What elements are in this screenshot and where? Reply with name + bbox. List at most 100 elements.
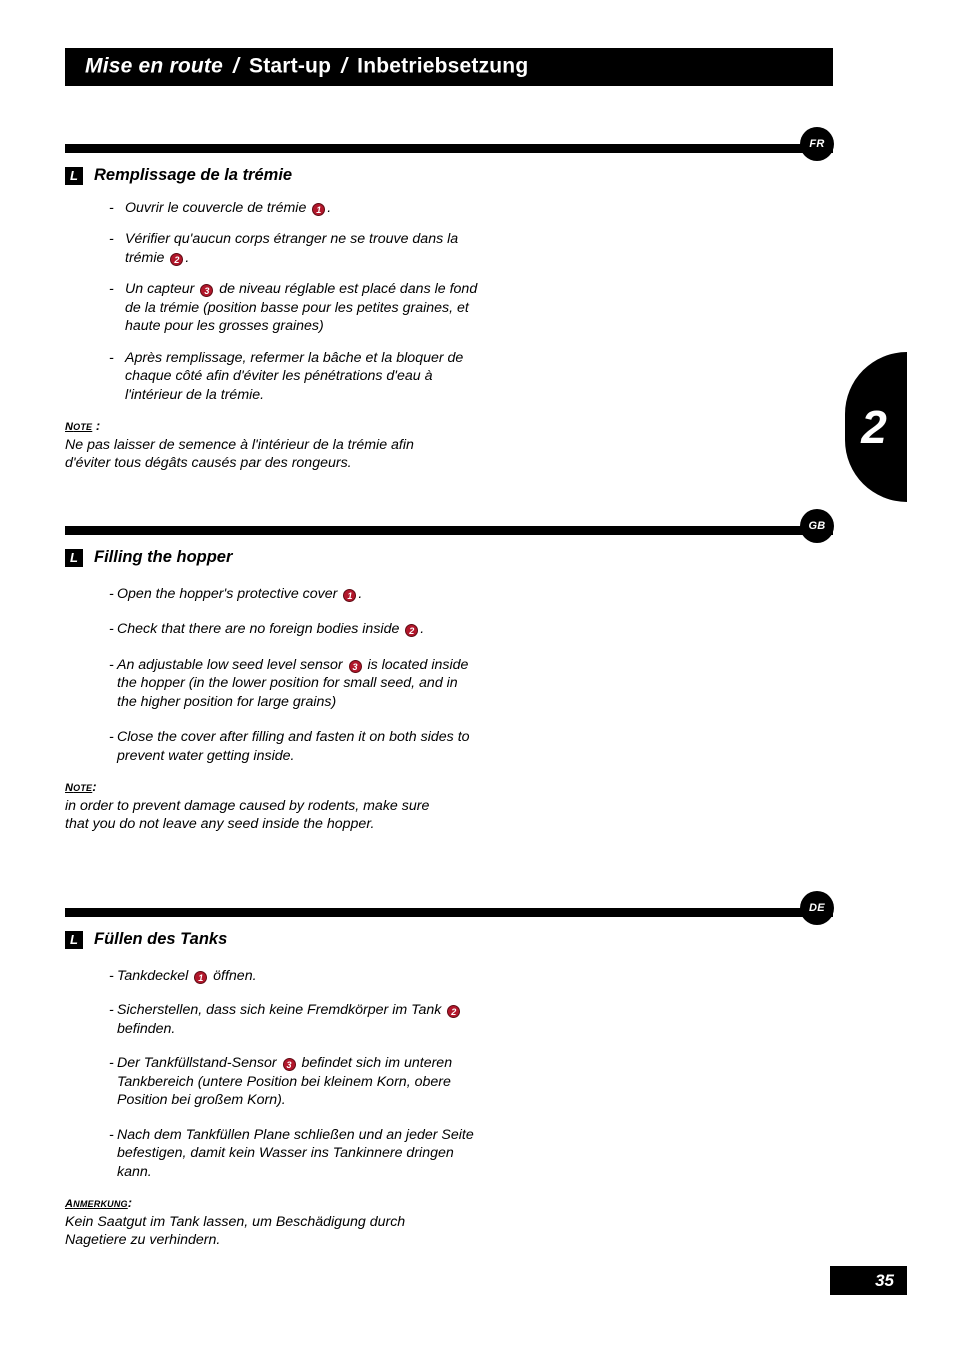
note-text: Ne pas laisser de semence à l'intérieur … (65, 437, 414, 472)
bullet-text: Nach dem Tankfüllen Plane schließen und … (117, 1126, 474, 1180)
callout-number-2: 2 (405, 624, 419, 638)
language-badge-gb: GB (800, 509, 834, 543)
bullet-text-post: befinden. (117, 1020, 176, 1037)
section-marker-icon: L (65, 166, 83, 185)
page-title-en: Start-up (249, 54, 332, 78)
section-heading-fr: L Remplissage de la trémie (65, 166, 855, 185)
bullet-dash: - (109, 621, 114, 638)
bullet-dash: - (109, 968, 114, 984)
bullet-text-post: . (185, 249, 190, 266)
bullet-list-gb: - Open the hopper's protective cover 1. … (65, 585, 855, 765)
bullet-text-pre: Ouvrir le couvercle de trémie (125, 200, 311, 216)
language-badge-fr: FR (800, 127, 834, 161)
bullet-text: Ouvrir le couvercle de trémie 1. (125, 199, 485, 217)
section-heading-de: L Füllen des Tanks (65, 930, 855, 949)
bullet-dash: - (109, 1002, 114, 1019)
page-title-separator-2: / (341, 54, 348, 78)
note-label: Note (65, 417, 93, 435)
bullet-text: Sicherstellen, dass sich keine Fremdkörp… (117, 1001, 477, 1038)
section-rule: FR (65, 127, 834, 161)
section-rule: GB (65, 509, 834, 543)
page-title-fr: Mise en route (85, 54, 223, 78)
section-title-gb: Filling the hopper (94, 548, 233, 566)
note-suffix: : (127, 1195, 133, 1211)
callout-number-1: 1 (312, 203, 326, 216)
language-section-fr: FR L Remplissage de la trémie - Ouvrir l… (65, 127, 855, 472)
bullet-list-de: - Tankdeckel 1 öffnen. - Sicherstellen, … (65, 967, 855, 1181)
bullet-dash: - (109, 281, 114, 298)
bullet-text: Check that there are no foreign bodies i… (117, 620, 477, 638)
bullet-dash: - (109, 586, 114, 602)
note-block-de: Anmerkung: Kein Saatgut im Tank lassen, … (65, 1194, 435, 1249)
language-badge-de: DE (800, 891, 834, 925)
note-block-fr: Note : Ne pas laisser de semence à l'int… (65, 417, 435, 472)
list-item: - Open the hopper's protective cover 1. (65, 585, 477, 603)
language-section-de: DE L Füllen des Tanks - Tankdeckel 1 öff… (65, 891, 855, 1249)
note-text: in order to prevent damage caused by rod… (65, 798, 430, 833)
bullet-dash: - (109, 349, 114, 366)
page-title-separator-1: / (232, 54, 240, 78)
bullet-dash: - (109, 729, 114, 746)
bullet-text: Vérifier qu'aucun corps étranger ne se t… (125, 230, 485, 267)
bullet-text: Un capteur 3 de niveau réglable est plac… (125, 280, 485, 335)
bullet-text: An adjustable low seed level sensor 3 is… (117, 656, 477, 711)
list-item: - Der Tankfüllstand-Sensor 3 befindet si… (65, 1054, 477, 1109)
note-suffix: : (92, 418, 101, 434)
list-item: - Sicherstellen, dass sich keine Fremdkö… (65, 1001, 477, 1038)
note-block-gb: Note: in order to prevent damage caused … (65, 778, 435, 833)
section-title-fr: Remplissage de la trémie (94, 166, 293, 184)
bullet-list-fr: - Ouvrir le couvercle de trémie 1. - Vér… (65, 199, 855, 404)
list-item: - Tankdeckel 1 öffnen. (65, 967, 477, 985)
callout-number-2: 2 (447, 1005, 461, 1019)
list-item: - Un capteur 3 de niveau réglable est pl… (65, 280, 485, 335)
section-marker-icon: L (65, 548, 83, 567)
list-item: - Check that there are no foreign bodies… (65, 620, 477, 638)
callout-number-3: 3 (282, 1058, 296, 1072)
callout-number-1: 1 (194, 971, 208, 984)
bullet-text: Open the hopper's protective cover 1. (117, 585, 477, 603)
bullet-text-pre: Un capteur (125, 281, 199, 298)
section-heading-gb: L Filling the hopper (65, 548, 855, 567)
bullet-dash: - (109, 231, 114, 248)
list-item: - Close the cover after filling and fast… (65, 728, 477, 765)
list-item: - An adjustable low seed level sensor 3 … (65, 656, 477, 711)
list-item: - Vérifier qu'aucun corps étranger ne se… (65, 230, 485, 267)
page-number: 35 (875, 1270, 894, 1290)
bullet-dash: - (109, 1126, 114, 1143)
section-rule: DE (65, 891, 834, 925)
section-title-de: Füllen des Tanks (94, 930, 228, 948)
list-item: - Après remplissage, refermer la bâche e… (65, 349, 485, 404)
section-marker-icon: L (65, 930, 83, 949)
note-label: Note (65, 778, 93, 796)
list-item: - Nach dem Tankfüllen Plane schließen un… (65, 1126, 477, 1181)
bullet-text-pre: Der Tankfüllstand-Sensor (117, 1055, 281, 1072)
note-suffix: : (92, 779, 97, 795)
bullet-text: Après remplissage, refermer la bâche et … (125, 349, 464, 403)
callout-number-2: 2 (170, 252, 184, 266)
bullet-text: Tankdeckel 1 öffnen. (117, 967, 477, 985)
note-text: Kein Saatgut im Tank lassen, um Beschädi… (65, 1214, 406, 1249)
bullet-text: Der Tankfüllstand-Sensor 3 befindet sich… (117, 1054, 477, 1109)
page-title: Mise en route / Start-up / Inbetriebsetzung (85, 55, 528, 79)
list-item: - Ouvrir le couvercle de trémie 1. (65, 199, 485, 217)
bullet-text-post: . (358, 586, 363, 602)
page-title-de: Inbetriebsetzung (357, 54, 529, 78)
bullet-text-pre: Tankdeckel (117, 968, 193, 984)
bullet-dash: - (109, 656, 114, 673)
bullet-dash: - (109, 1055, 114, 1072)
page-footer: 35 (830, 1266, 907, 1295)
callout-number-3: 3 (348, 659, 362, 673)
chapter-number: 2 (861, 401, 887, 453)
bullet-text-post: öffnen. (209, 968, 257, 984)
bullet-text-pre: An adjustable low seed level sensor (117, 656, 347, 673)
callout-number-3: 3 (200, 284, 214, 298)
bullet-text-post: . (420, 621, 425, 638)
bullet-text-post: . (327, 200, 332, 216)
language-section-gb: GB L Filling the hopper - Open the hoppe… (65, 509, 855, 834)
page-title-bar: Mise en route / Start-up / Inbetriebsetzung (65, 48, 833, 86)
bullet-text-pre: Sicherstellen, dass sich keine Fremdkörp… (117, 1002, 446, 1019)
bullet-text: Close the cover after filling and fasten… (117, 729, 470, 764)
bullet-dash: - (109, 200, 114, 216)
note-label: Anmerkung (65, 1194, 128, 1212)
callout-number-1: 1 (343, 589, 357, 602)
